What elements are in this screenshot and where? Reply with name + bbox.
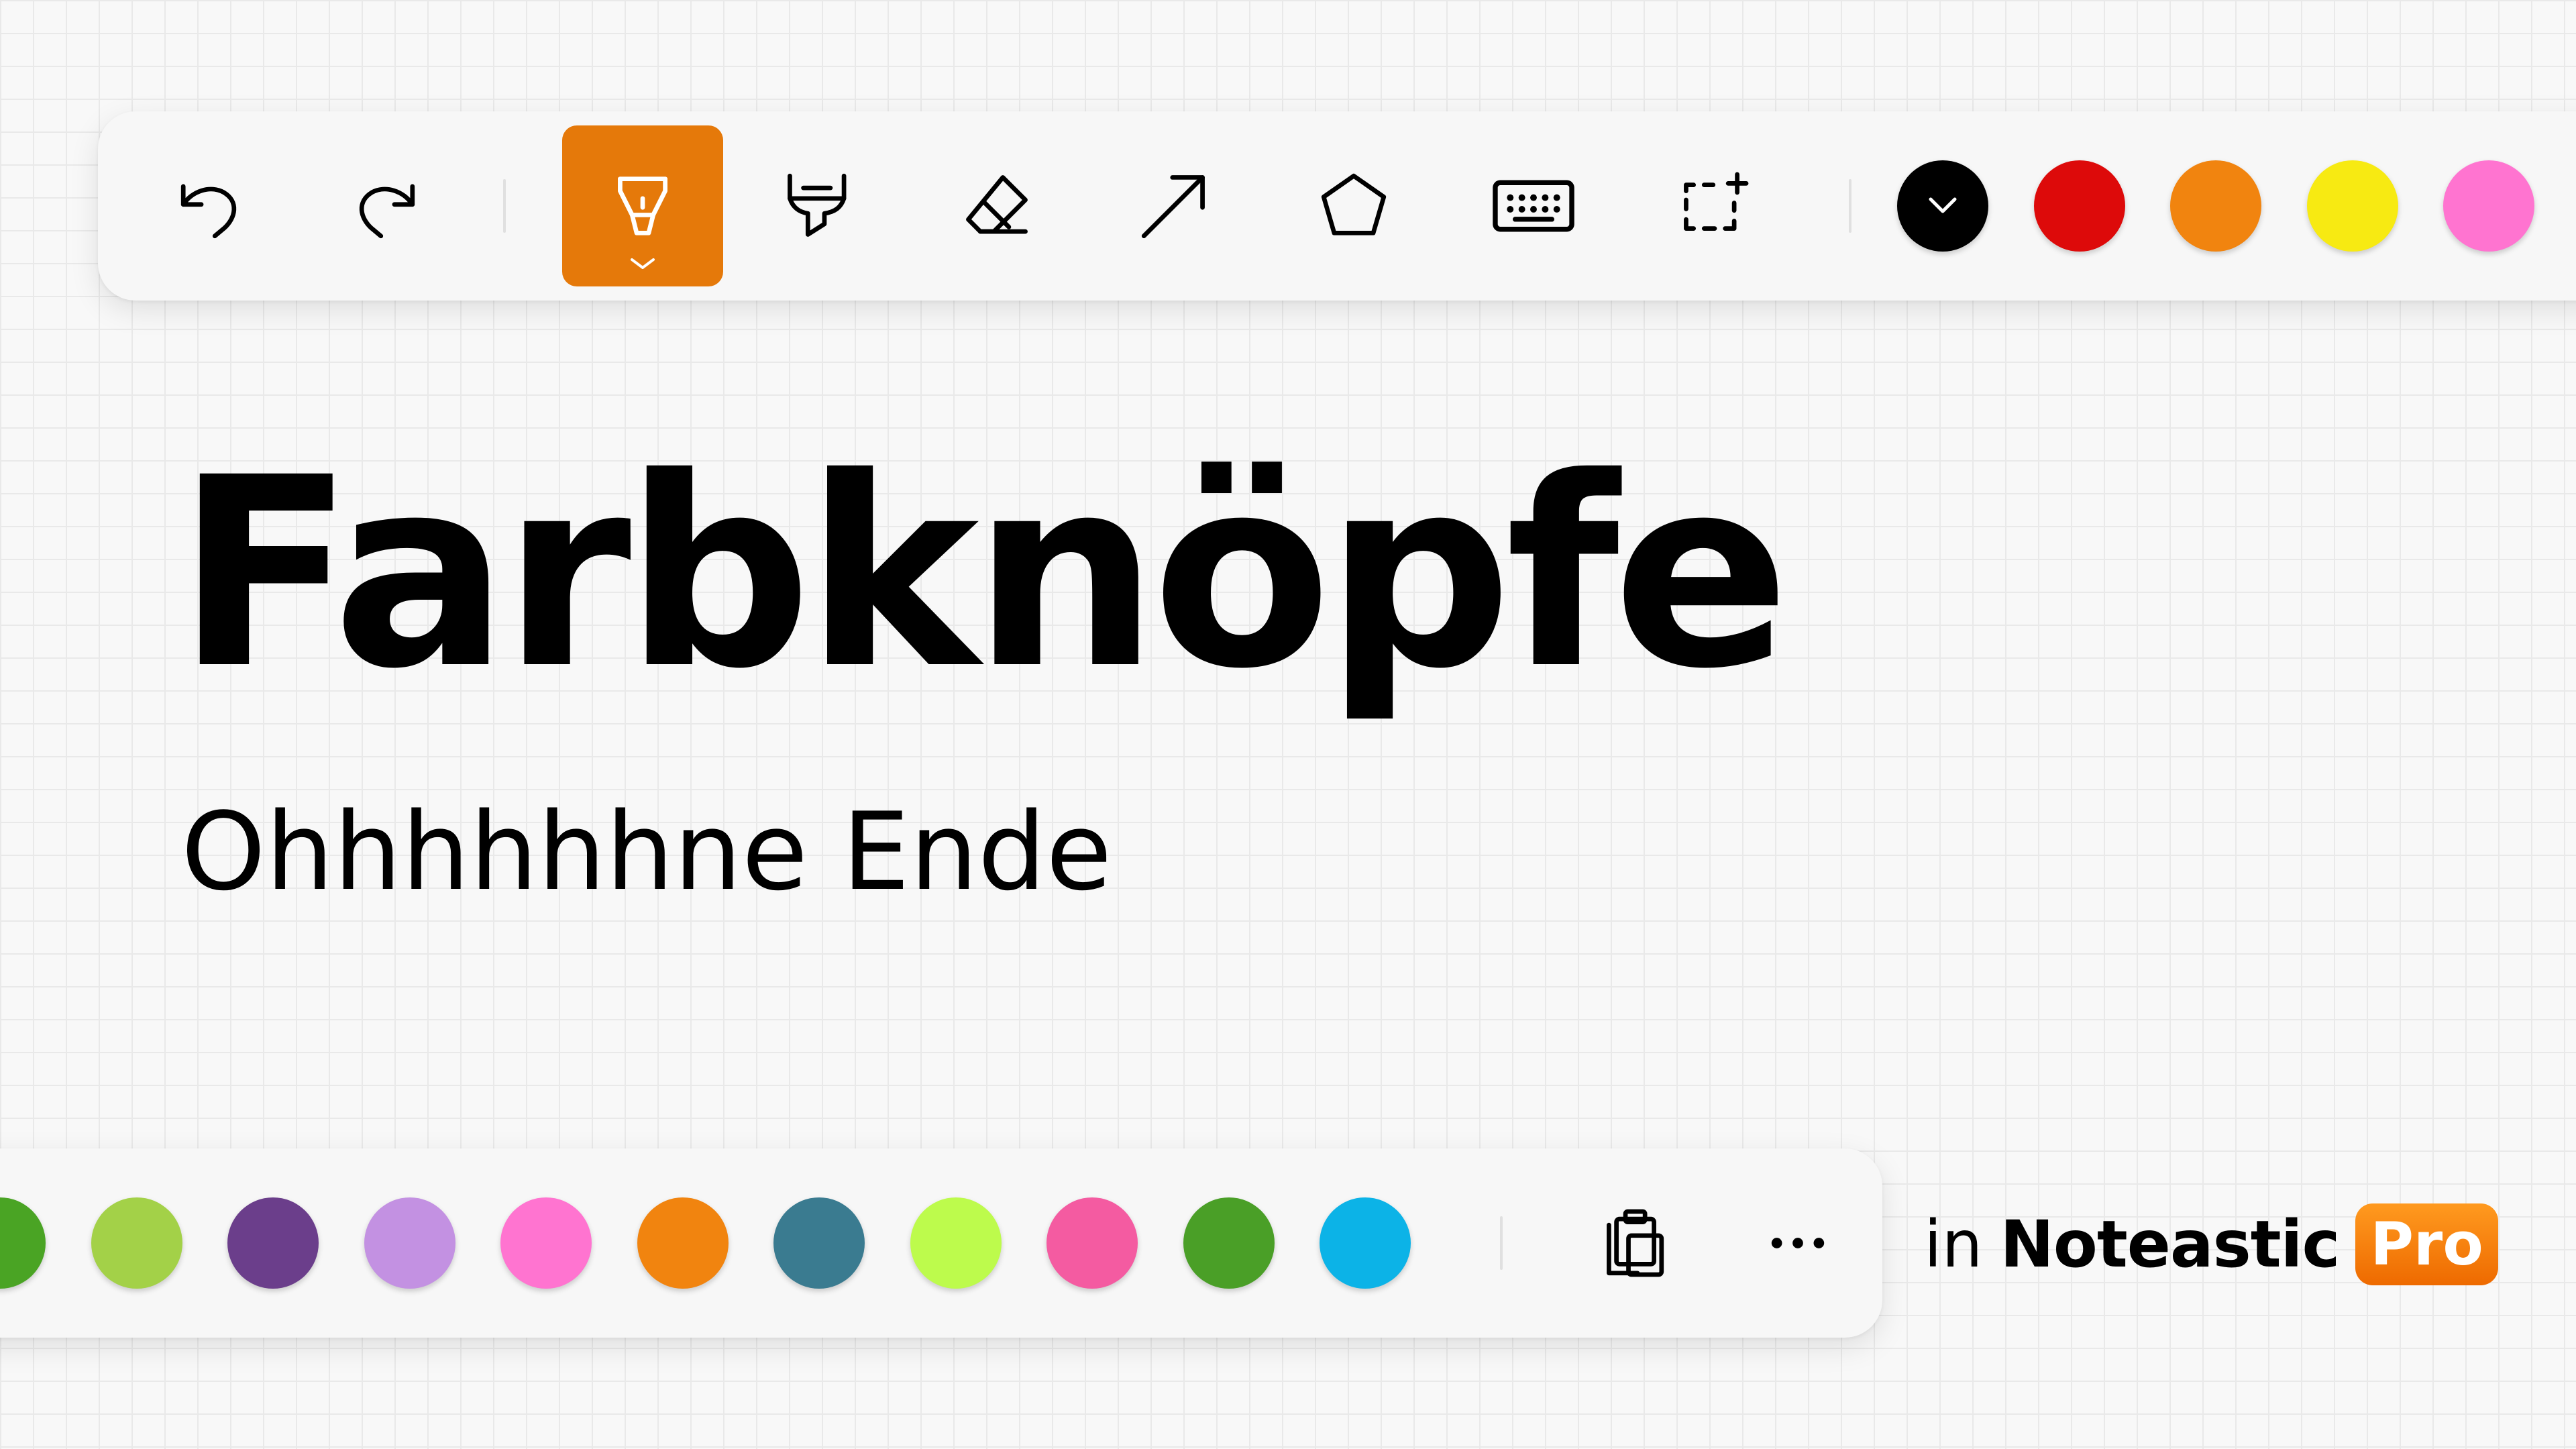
color-swatch[interactable] — [910, 1197, 1002, 1289]
keyboard-icon — [1493, 180, 1574, 232]
eraser-tool-button[interactable] — [916, 125, 1077, 286]
toolbar-divider — [503, 179, 506, 233]
paste-button[interactable] — [1551, 1163, 1712, 1324]
fountain-pen-icon — [618, 176, 667, 235]
color-swatch[interactable] — [1320, 1197, 1411, 1289]
brand-name: Noteastic — [2000, 1207, 2341, 1282]
color-swatch[interactable] — [364, 1197, 455, 1289]
undo-icon — [180, 184, 237, 239]
color-swatch-selected[interactable] — [1897, 160, 1988, 252]
color-swatch[interactable] — [2306, 160, 2398, 252]
arrow-tool-button[interactable] — [1093, 125, 1254, 286]
redo-button[interactable] — [302, 125, 463, 286]
page-subtitle: Ohhhhhhne Ende — [181, 789, 1112, 914]
lasso-tool-button[interactable] — [1634, 125, 1795, 286]
shape-tool-button[interactable] — [1273, 125, 1434, 286]
color-swatch[interactable] — [637, 1197, 729, 1289]
bottom-toolbar — [0, 1148, 1882, 1338]
highlighter-tool-button[interactable] — [738, 125, 899, 286]
color-swatch[interactable] — [227, 1197, 319, 1289]
keyboard-tool-button[interactable] — [1453, 125, 1614, 286]
color-swatch[interactable] — [500, 1197, 592, 1289]
color-swatch[interactable] — [2170, 160, 2261, 252]
undo-button[interactable] — [133, 125, 294, 286]
pentagon-icon — [1321, 173, 1387, 235]
top-toolbar — [98, 111, 2576, 301]
color-swatch[interactable] — [1183, 1197, 1275, 1289]
toolbar-divider — [1849, 179, 1851, 233]
selection-add-icon — [1684, 172, 1749, 231]
color-swatch[interactable] — [773, 1197, 865, 1289]
chevron-down-icon — [631, 258, 655, 269]
color-swatch[interactable] — [0, 1197, 46, 1289]
page-title: Farbknöpfe — [176, 421, 1790, 726]
highlighter-icon — [788, 173, 847, 237]
color-swatch[interactable] — [1046, 1197, 1138, 1289]
more-icon — [1771, 1238, 1825, 1248]
pro-badge: Pro — [2355, 1203, 2498, 1285]
arrow-icon — [1141, 175, 1205, 239]
more-button[interactable] — [1717, 1163, 1878, 1324]
redo-icon — [359, 184, 415, 239]
color-swatch[interactable] — [2033, 160, 2125, 252]
color-swatch[interactable] — [2443, 160, 2534, 252]
clipboard-icon — [1607, 1209, 1664, 1277]
brand-prefix: in — [1924, 1207, 1983, 1282]
chevron-down-icon — [1929, 197, 1957, 213]
brand-tagline: in Noteastic Pro — [1924, 1201, 2498, 1288]
pen-tool-button[interactable] — [562, 125, 723, 286]
color-swatch[interactable] — [91, 1197, 182, 1289]
eraser-icon — [966, 175, 1028, 234]
toolbar-divider — [1500, 1216, 1503, 1270]
